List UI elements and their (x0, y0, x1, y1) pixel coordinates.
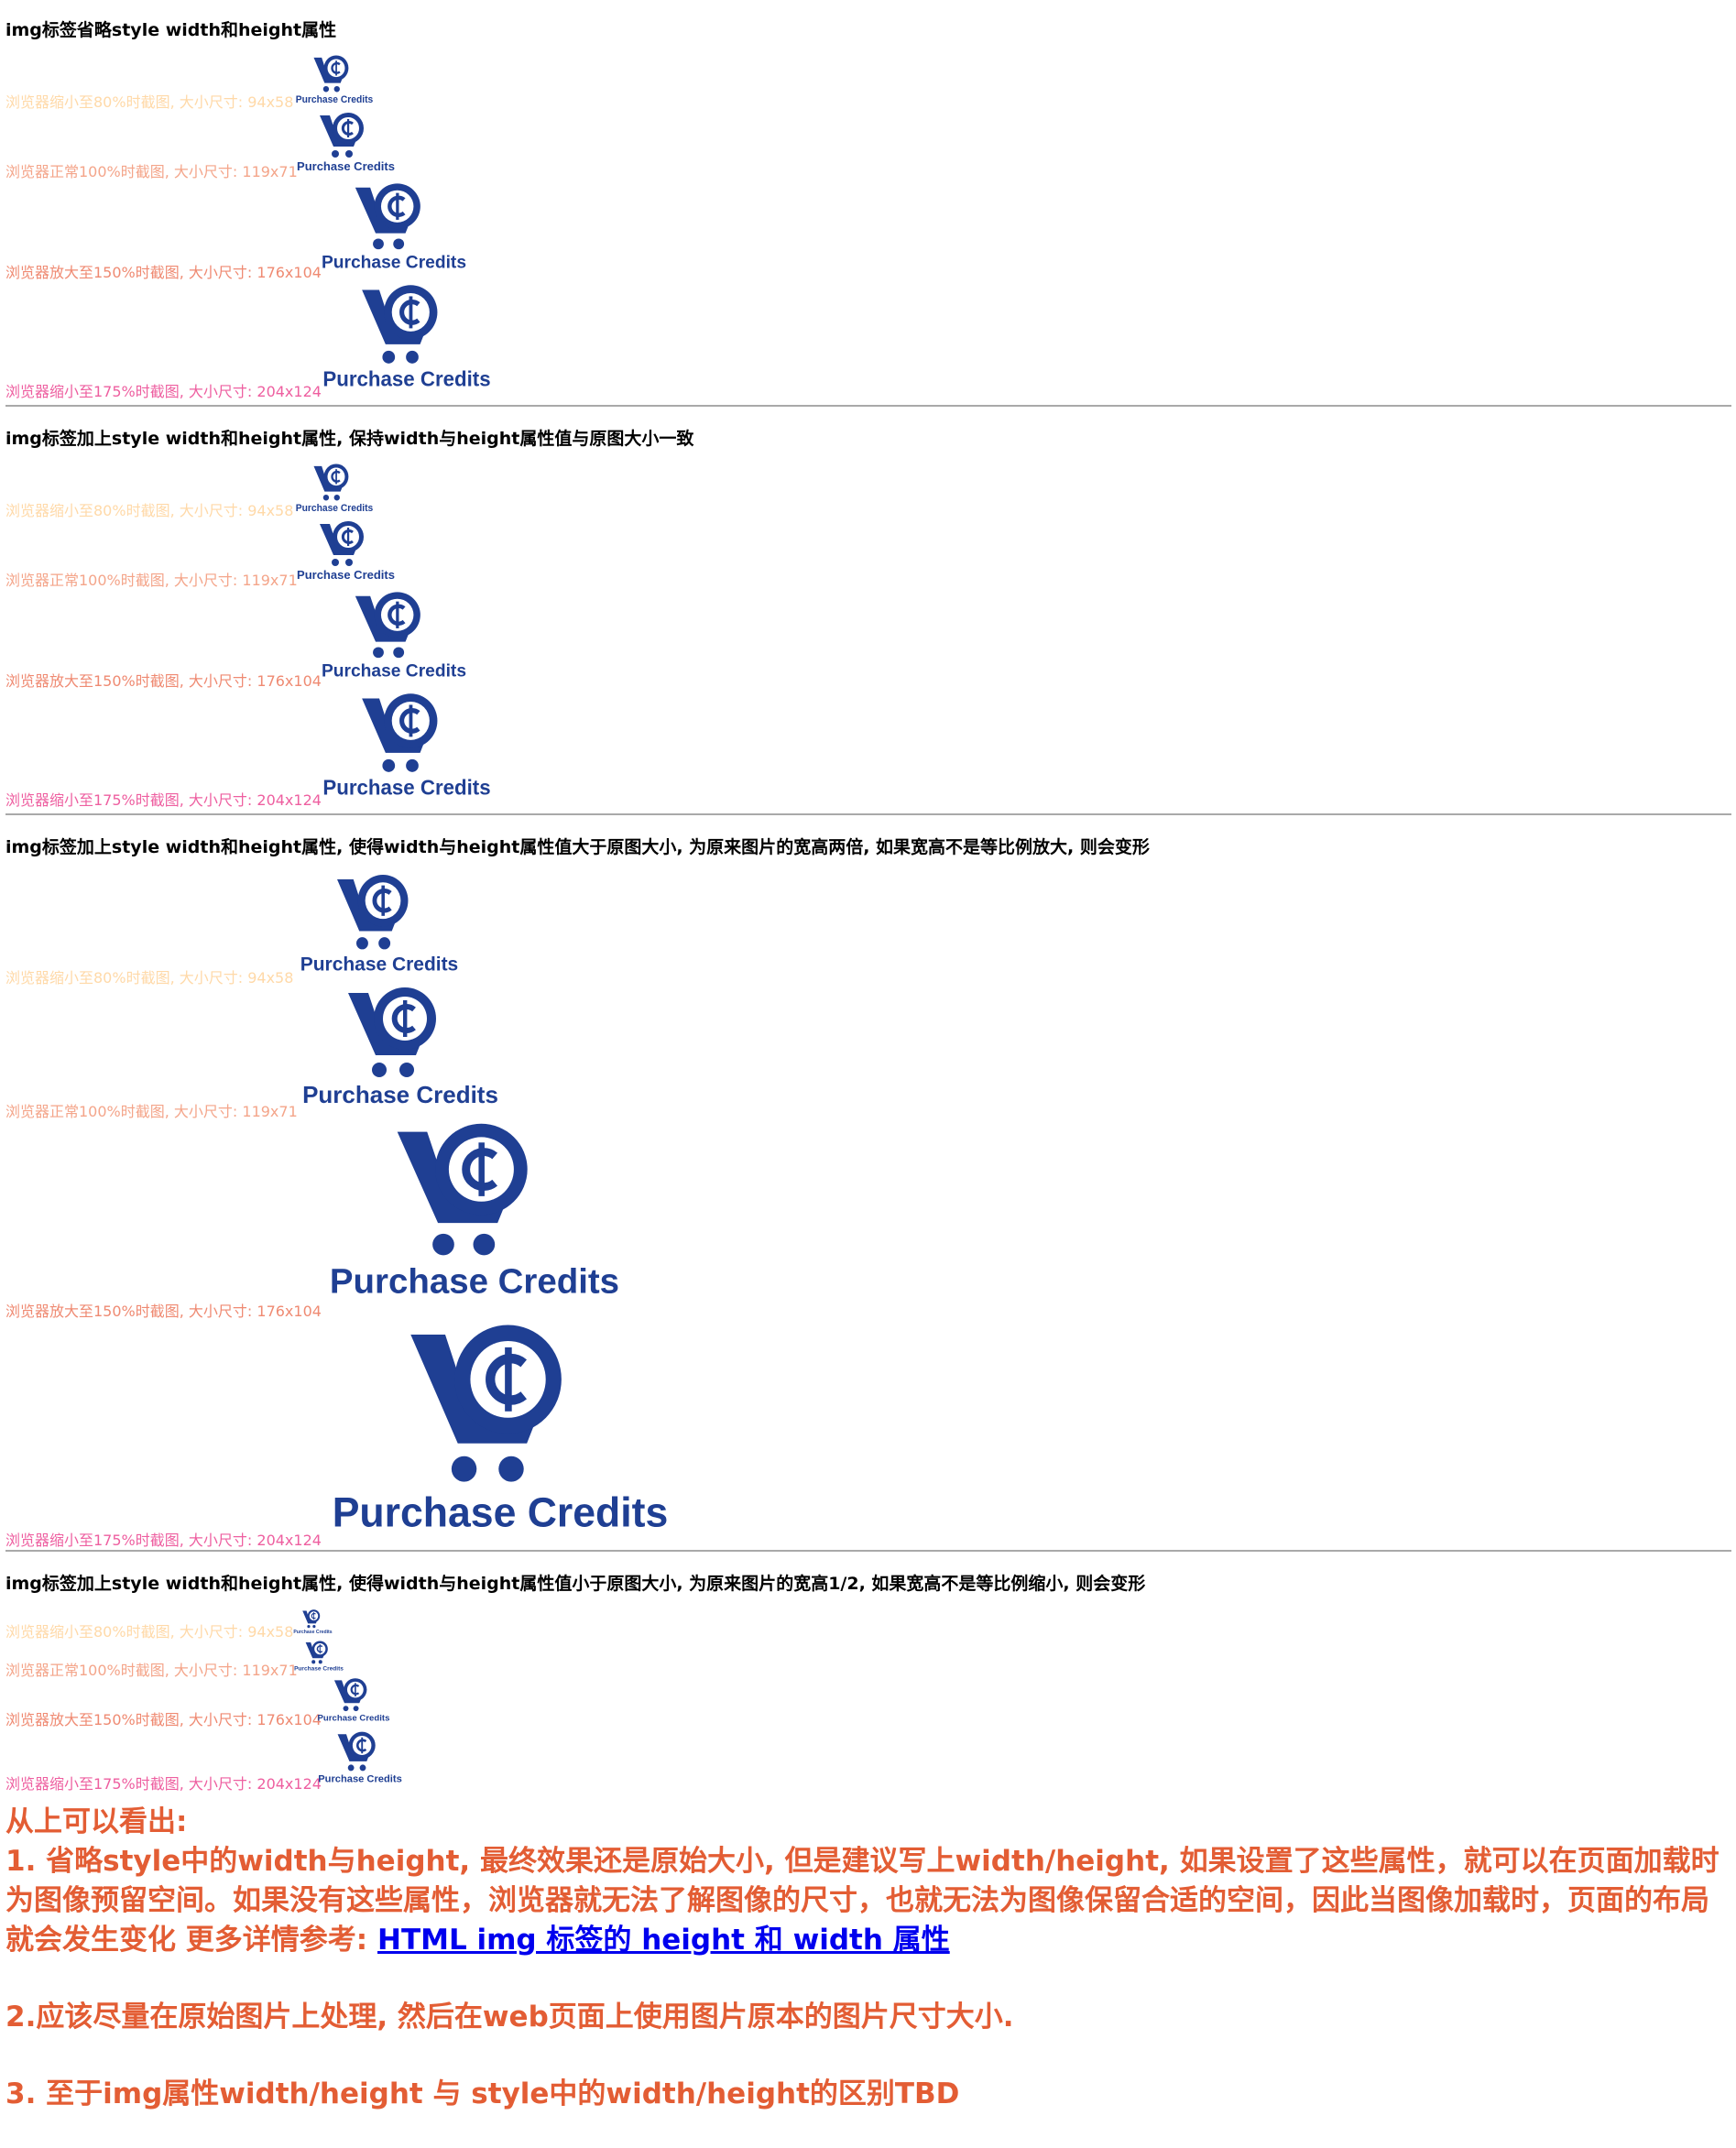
example-caption: 浏览器缩小至80%时截图, 大小尺寸: 94x58 (5, 502, 294, 519)
example-caption: 浏览器缩小至80%时截图, 大小尺寸: 94x58 (5, 93, 294, 111)
image-label: Purchase Credits (322, 776, 490, 799)
image-label: Purchase Credits (297, 568, 395, 582)
summary-block: 从上可以看出: 1. 省略style中的width与height, 最终效果还是… (5, 1803, 1728, 2114)
summary-point-2: 2.应该尽量在原始图片上处理, 然后在web页面上使用图片原本的图片尺寸大小. (5, 2001, 1014, 2034)
example-row: 浏览器缩小至175%时截图, 大小尺寸: 204x124 Purchase Cr… (5, 689, 601, 810)
image-label: Purchase Credits (322, 254, 466, 273)
purchase-credits-image: Purchase Credits (313, 180, 475, 275)
example-caption: 浏览器正常100%时截图, 大小尺寸: 119x71 (5, 163, 298, 180)
example-row: 浏览器缩小至175%时截图, 大小尺寸: 204x124 Purchase Cr… (5, 1729, 509, 1793)
purchase-credits-image: Purchase Credits (291, 982, 509, 1112)
example-row: 浏览器放大至150%时截图, 大小尺寸: 176x104 Purchase Cr… (5, 588, 555, 690)
summary-point-1: 1. 省略style中的width与height, 最终效果还是原始大小, 但是… (5, 1842, 1728, 1960)
image-label: Purchase Credits (318, 1774, 402, 1785)
section-title: img标签加上style width和height属性, 使得width与hei… (5, 837, 1150, 857)
image-label: Purchase Credits (322, 367, 490, 390)
example-row: 浏览器正常100%时截图, 大小尺寸: 119x71 Purchase Cred… (5, 1640, 464, 1679)
image-label: Purchase Credits (322, 662, 466, 681)
image-label: Purchase Credits (296, 95, 374, 105)
purchase-credits-image: Purchase Credits (291, 462, 377, 515)
example-row: 浏览器放大至150%时截图, 大小尺寸: 176x104 Purchase Cr… (5, 1116, 693, 1320)
purchase-credits-image: Purchase Credits (313, 1676, 394, 1724)
example-caption: 浏览器正常100%时截图, 大小尺寸: 119x71 (5, 572, 298, 589)
purchase-credits-image: Purchase Credits (291, 1608, 334, 1635)
example-row: 浏览器放大至150%时截图, 大小尺寸: 176x104 Purchase Cr… (5, 180, 555, 281)
image-label: Purchase Credits (330, 1262, 619, 1302)
image-label: Purchase Credits (333, 1488, 669, 1535)
example-row: 浏览器正常100%时截图, 大小尺寸: 119x71 Purchase Cred… (5, 982, 601, 1120)
example-caption: 浏览器放大至150%时截图, 大小尺寸: 176x104 (5, 1711, 322, 1728)
section-title: img标签加上style width和height属性, 保持width与hei… (5, 429, 694, 449)
section-title: img标签加上style width和height属性, 使得width与hei… (5, 1574, 1146, 1594)
section-divider (5, 813, 1731, 815)
example-caption: 浏览器缩小至175%时截图, 大小尺寸: 204x124 (5, 383, 322, 400)
purchase-credits-image: Purchase Credits (313, 689, 500, 802)
image-label: Purchase Credits (318, 1713, 390, 1723)
purchase-credits-image: Purchase Credits (291, 518, 400, 583)
purchase-credits-image: Purchase Credits (313, 280, 500, 394)
example-row: 浏览器放大至150%时截图, 大小尺寸: 176x104 Purchase Cr… (5, 1676, 509, 1729)
purchase-credits-image: Purchase Credits (313, 1116, 636, 1306)
image-label: Purchase Credits (297, 159, 395, 173)
example-caption: 浏览器缩小至80%时截图, 大小尺寸: 94x58 (5, 1623, 294, 1641)
example-row: 浏览器正常100%时截图, 大小尺寸: 119x71 Purchase Cred… (5, 110, 464, 180)
example-row: 浏览器缩小至175%时截图, 大小尺寸: 204x124 Purchase Cr… (5, 1315, 738, 1550)
reference-link[interactable]: HTML img 标签的 height 和 width 属性 (377, 1924, 950, 1957)
shopping-cart-cent-icon (313, 55, 348, 92)
purchase-credits-image: Purchase Credits (313, 588, 475, 683)
purchase-credits-image: Purchase Credits (313, 1729, 407, 1786)
example-row: 浏览器缩小至80%时截图, 大小尺寸: 94x58 Purchase Credi… (5, 53, 464, 111)
purchase-credits-image: Purchase Credits (291, 53, 377, 106)
purchase-credits-image: Purchase Credits (291, 1640, 346, 1673)
image-label: Purchase Credits (300, 953, 458, 975)
example-row: 浏览器缩小至175%时截图, 大小尺寸: 204x124 Purchase Cr… (5, 280, 601, 401)
example-row: 浏览器缩小至80%时截图, 大小尺寸: 94x58 Purchase Credi… (5, 1608, 464, 1641)
image-label: Purchase Credits (293, 1630, 332, 1635)
image-label: Purchase Credits (294, 1665, 344, 1672)
image-label: Purchase Credits (302, 1081, 498, 1108)
section-divider (5, 405, 1731, 407)
example-row: 浏览器缩小至80%时截图, 大小尺寸: 94x58 Purchase Credi… (5, 870, 555, 987)
example-caption: 浏览器缩小至175%时截图, 大小尺寸: 204x124 (5, 791, 322, 809)
purchase-credits-image: Purchase Credits (313, 1315, 687, 1543)
example-caption: 浏览器缩小至175%时截图, 大小尺寸: 204x124 (5, 1775, 322, 1793)
example-caption: 浏览器放大至150%时截图, 大小尺寸: 176x104 (5, 264, 322, 281)
section-divider (5, 1550, 1731, 1552)
example-caption: 浏览器放大至150%时截图, 大小尺寸: 176x104 (5, 672, 322, 690)
summary-point-3: 3. 至于img属性width/height 与 style中的width/he… (5, 2077, 960, 2110)
purchase-credits-image: Purchase Credits (291, 110, 400, 175)
image-label: Purchase Credits (296, 504, 374, 514)
example-caption: 浏览器缩小至175%时截图, 大小尺寸: 204x124 (5, 1532, 322, 1549)
example-row: 浏览器缩小至80%时截图, 大小尺寸: 94x58 Purchase Credi… (5, 462, 464, 519)
summary-heading: 从上可以看出: (5, 1805, 188, 1838)
example-row: 浏览器正常100%时截图, 大小尺寸: 119x71 Purchase Cred… (5, 518, 464, 589)
section-title: img标签省略style width和height属性 (5, 20, 337, 40)
purchase-credits-image: Purchase Credits (291, 870, 467, 978)
